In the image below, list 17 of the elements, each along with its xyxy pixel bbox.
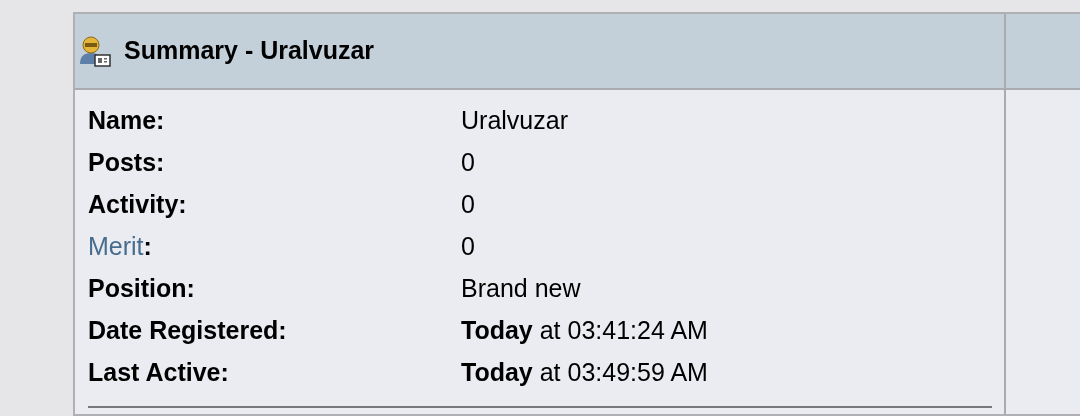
panel-title: Summary - Uralvuzar: [124, 35, 375, 67]
field-label: Position:: [88, 273, 196, 305]
user-profile-icon: [78, 34, 112, 68]
field-label: Posts:: [88, 147, 166, 179]
merit-link[interactable]: Merit: [88, 232, 144, 261]
field-label: Merit:: [88, 231, 153, 263]
field-label: Date Registered:: [88, 315, 288, 347]
field-value: 0: [461, 147, 475, 179]
field-value: 0: [461, 189, 475, 221]
field-value: Today at 03:49:59 AM: [461, 357, 708, 389]
field-value: 0: [461, 231, 475, 263]
field-label: Name:: [88, 105, 166, 137]
field-value: Brand new: [461, 273, 581, 305]
field-label: Activity:: [88, 189, 188, 221]
field-label: Last Active:: [88, 357, 230, 389]
field-value: Today at 03:41:24 AM: [461, 315, 708, 347]
field-value: Uralvuzar: [461, 105, 568, 137]
